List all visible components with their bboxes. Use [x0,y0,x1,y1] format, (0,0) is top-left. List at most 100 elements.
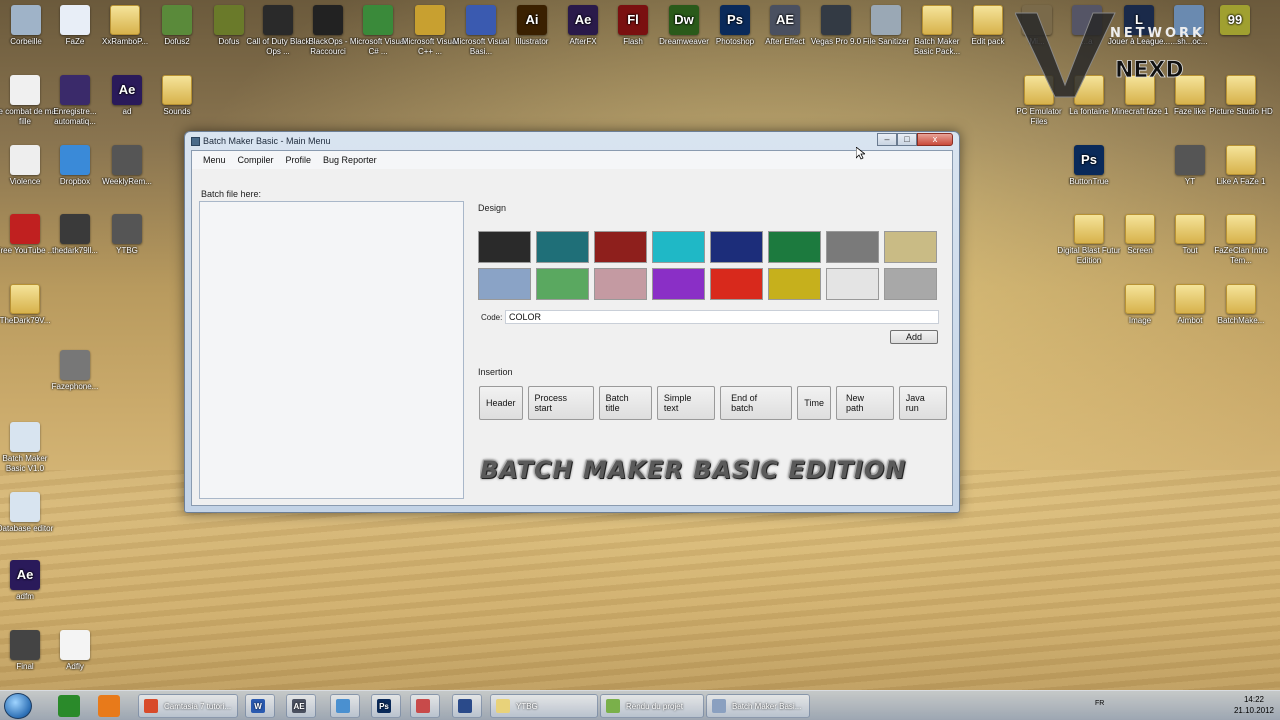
clock[interactable]: 14:22 21.10.2012 [1234,694,1274,716]
desktop-icon-left-6[interactable]: WeeklyRem... [95,145,159,187]
wifi-icon [336,699,350,713]
color-swatch[interactable] [768,231,821,263]
taskbar-item[interactable]: Ps [371,694,401,718]
close-button[interactable]: x [917,133,953,146]
add-button[interactable]: Add [890,330,938,344]
java-run-button[interactable]: Java run [898,386,947,420]
color-swatch[interactable] [826,268,879,300]
folder-icon [10,284,40,314]
chrome-icon [144,699,158,713]
psd-file-icon: Ps [1074,145,1104,175]
color-swatch[interactable] [652,231,705,263]
word-icon: W [251,699,265,713]
taskbar-item[interactable]: Batch Maker Basi... [706,694,810,718]
taskbar-item[interactable] [410,694,440,718]
taskbar-item[interactable]: YTBG [490,694,598,718]
batch-title-button[interactable]: Batch title [598,386,652,420]
app-window-icon [712,699,726,713]
desktop-icon-right-7[interactable]: Like A FaZe 1 [1209,145,1273,187]
color-swatch[interactable] [478,268,531,300]
color-swatch[interactable] [768,268,821,300]
menu-item-menu[interactable]: Menu [197,155,232,165]
color-swatch[interactable] [594,268,647,300]
photoshop-icon: Ps [377,699,391,713]
flash-icon: Fl [618,5,648,35]
desktop-icon-left-13[interactable]: Database editor [0,492,57,534]
desktop-icon-right-11[interactable]: FaZeClan Intro Tem... [1209,214,1273,266]
desktop-icon-right-5[interactable]: Ps ButtonTrue [1057,145,1121,187]
desktop-icon-left-9[interactable]: YTBG [95,214,159,256]
desktop-icon-label: Adfly [66,662,84,671]
watermark-line1: NETWORK [1110,26,1205,41]
window-client-area: Menu Compiler Profile Bug Reporter Batch… [191,150,953,506]
menu-item-profile[interactable]: Profile [280,155,318,165]
desktop-icon-left-16[interactable]: Adfly [43,630,107,672]
text-file-icon [60,630,90,660]
taskbar-item[interactable]: W [245,694,275,718]
taskbar-item-label: Batch Maker Basi... [732,701,802,711]
start-button[interactable] [4,693,32,719]
vegas-icon [821,5,851,35]
desktop-icon-label: FaZeClan Intro Tem... [1214,246,1268,265]
word-document-icon [10,75,40,105]
color-swatch[interactable] [536,268,589,300]
minimize-button[interactable]: – [877,133,897,146]
menu-item-compiler[interactable]: Compiler [232,155,280,165]
code-input[interactable] [505,310,939,324]
batch-file-textarea[interactable] [199,201,464,499]
color-swatch[interactable] [536,231,589,263]
color-swatch[interactable] [884,231,937,263]
color-swatch[interactable] [652,268,705,300]
desktop-icon-left-11[interactable]: Fazephone... [43,350,107,392]
file-icon [60,350,90,380]
color-swatch[interactable] [710,231,763,263]
batch-maker-window: Batch Maker Basic - Main Menu – □ x Menu… [184,131,960,513]
header-button[interactable]: Header [479,386,523,420]
taskbar-item[interactable]: Rendu du projet [600,694,704,718]
color-swatch[interactable] [710,268,763,300]
desktop-icon-left-10[interactable]: TheDark79V... [0,284,57,326]
folder-icon [1226,145,1256,175]
paint-icon [416,699,430,713]
desktop-icon-label: WeeklyRem... [102,177,152,186]
desktop-icon-label: Fazephone... [51,382,99,391]
taskbar-item[interactable] [452,694,482,718]
dofus-icon [162,5,192,35]
insertion-buttons: Header Process start Batch title Simple … [479,386,952,420]
window-title: Batch Maker Basic - Main Menu [203,136,331,146]
mouse-cursor-icon [856,147,865,160]
desktop-icon-right-14[interactable]: BatchMake... [1209,284,1273,326]
desktop-icon-label: BatchMake... [1217,316,1265,325]
menu-item-bug-reporter[interactable]: Bug Reporter [317,155,383,165]
dofus-icon [214,5,244,35]
media-player-icon[interactable] [98,695,120,717]
folder-icon [922,5,952,35]
camtasia-icon[interactable] [58,695,80,717]
folder-icon [1125,284,1155,314]
color-swatch[interactable] [826,231,879,263]
photoshop-icon: Ps [720,5,750,35]
end-of-batch-button[interactable]: End of batch [720,386,793,420]
color-swatch[interactable] [594,231,647,263]
window-titlebar[interactable]: Batch Maker Basic - Main Menu – □ x [185,132,959,152]
taskbar: FR 14:22 21.10.2012 Camtasia 7 tutori...… [0,690,1280,720]
taskbar-item[interactable] [330,694,360,718]
visual-csharp-icon [363,5,393,35]
folder-icon [1175,214,1205,244]
desktop-icon-left-12[interactable]: Batch Maker Basic V1.0 [0,422,57,474]
color-swatch[interactable] [478,231,531,263]
simple-text-button[interactable]: Simple text [656,386,716,420]
process-start-button[interactable]: Process start [527,386,594,420]
maximize-button[interactable]: □ [897,133,917,146]
new-path-button[interactable]: New path [835,386,894,420]
taskbar-item[interactable]: Camtasia 7 tutori... [138,694,238,718]
language-indicator[interactable]: FR [1095,700,1104,707]
time-button[interactable]: Time [797,386,831,420]
shortcut-icon [60,214,90,244]
desktop-icon-left-14[interactable]: Ae adfm [0,560,57,602]
color-swatch[interactable] [884,268,937,300]
taskbar-item-label: Rendu du projet [626,701,683,711]
insertion-section-title: Insertion [478,367,513,377]
desktop-icon-left-3[interactable]: Sounds [145,75,209,117]
taskbar-item[interactable]: AE [286,694,316,718]
